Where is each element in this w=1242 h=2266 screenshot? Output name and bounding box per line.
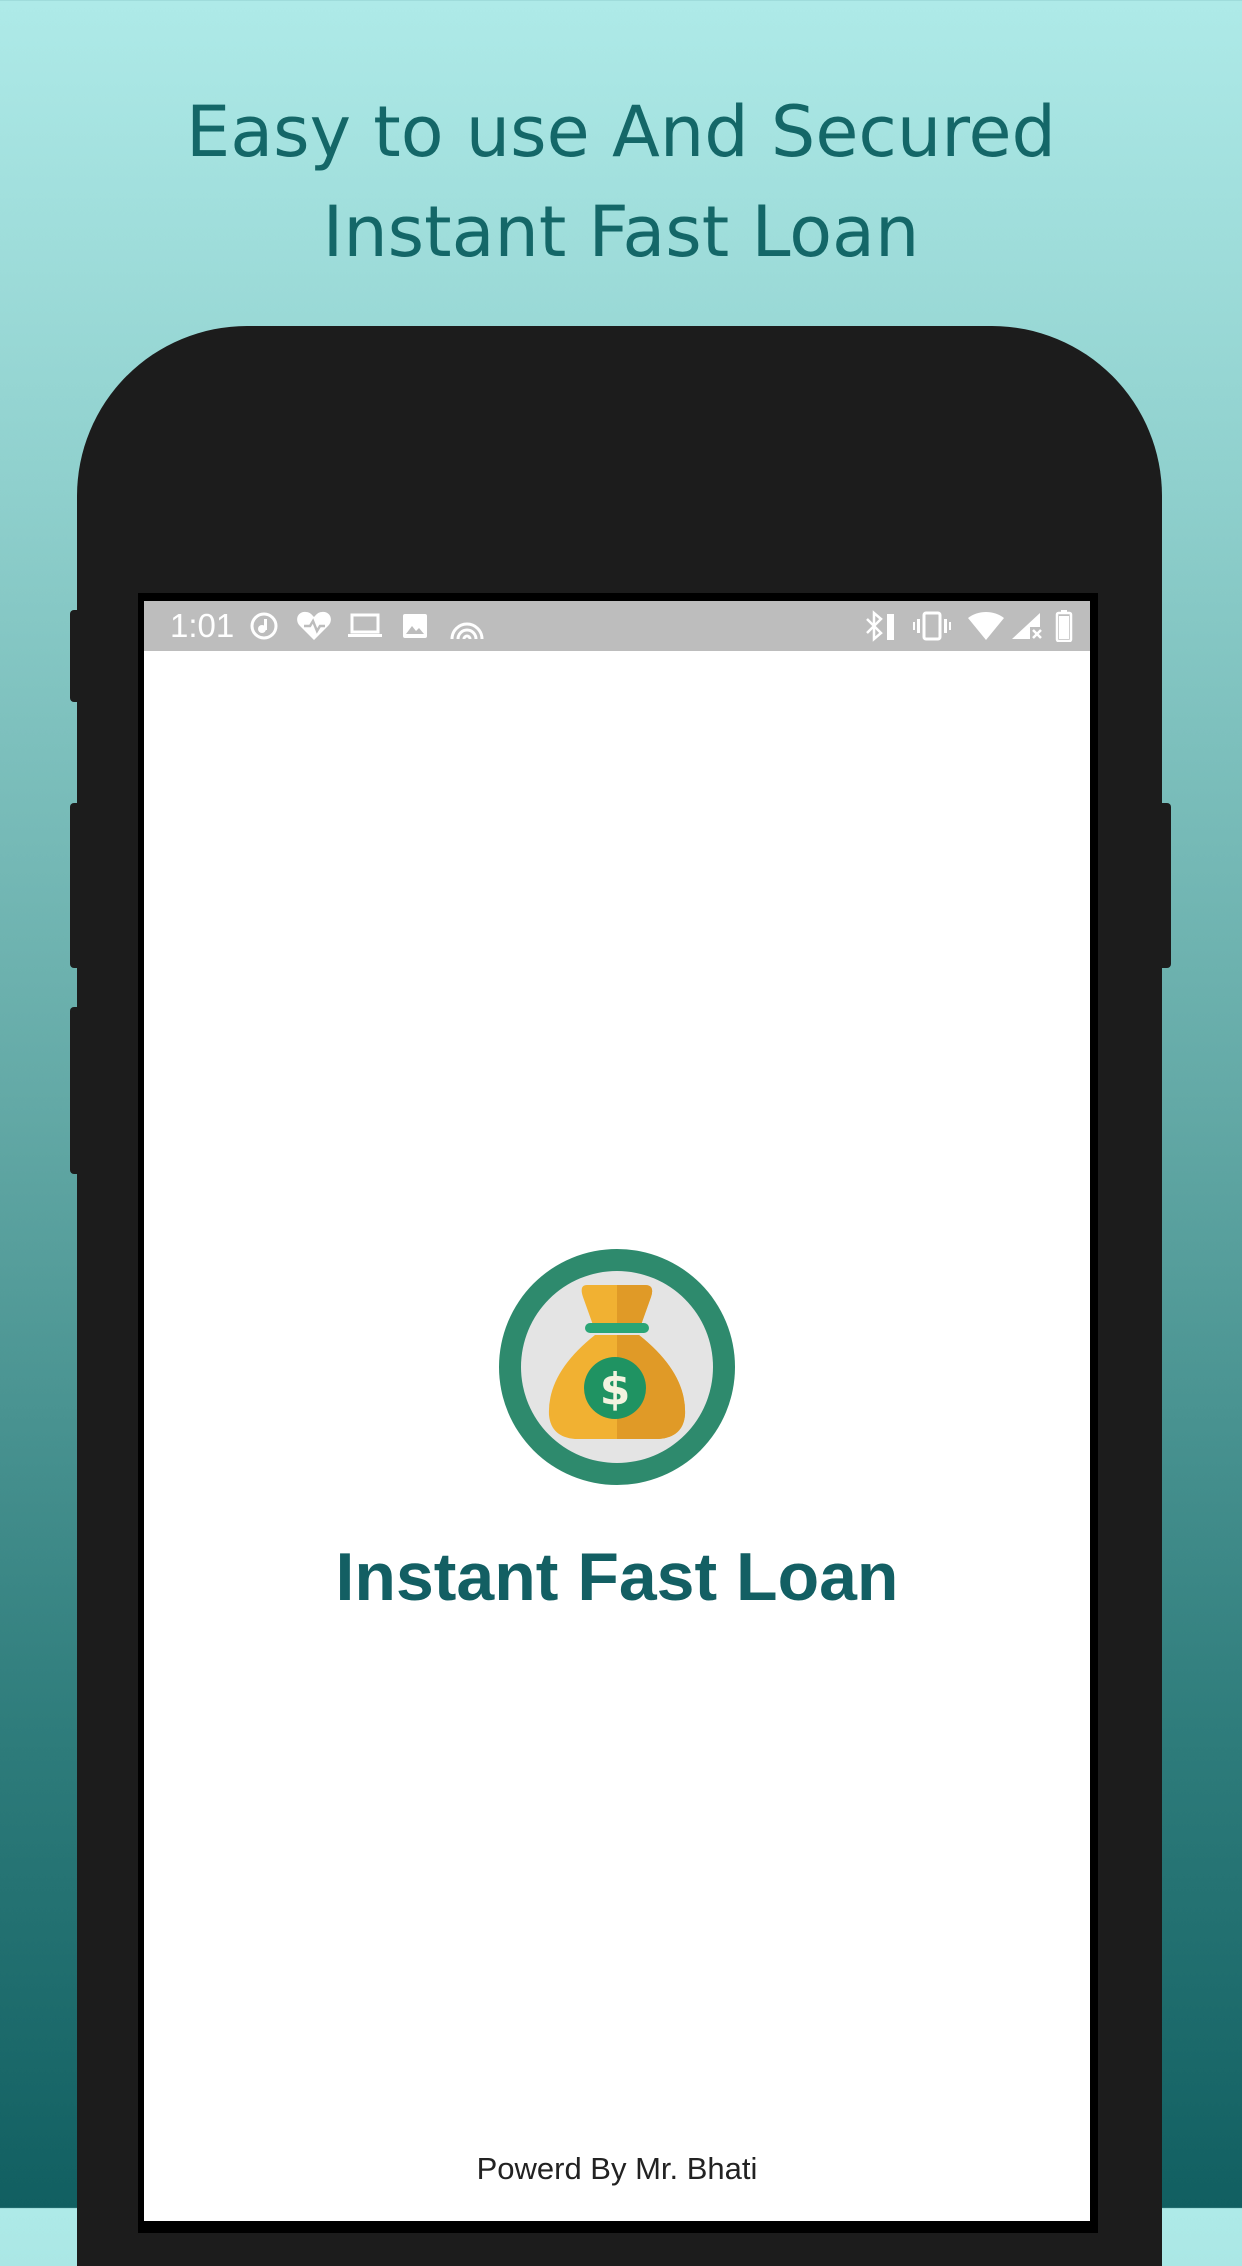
powered-by-text: Powerd By Mr. Bhati	[476, 2151, 758, 2186]
vibrate-icon	[912, 607, 952, 645]
battery-icon	[1052, 607, 1076, 645]
svg-text:$: $	[600, 1364, 631, 1415]
signal-icon	[1009, 607, 1045, 645]
status-time: 1:01	[170, 607, 235, 644]
headline-line-2: Instant Fast Loan	[322, 191, 920, 273]
image-icon	[400, 607, 430, 645]
bluetooth-icon	[862, 607, 902, 645]
promo-headline: Easy to use And Secured Instant Fast Loa…	[0, 82, 1242, 282]
music-note-icon	[249, 607, 279, 645]
heart-check-icon	[294, 607, 334, 645]
status-bar: 1:01	[144, 601, 1090, 651]
headline-line-1: Easy to use And Secured	[186, 91, 1056, 173]
rainbow-icon	[447, 607, 487, 645]
phone-screen: 1:01 $ Instant Fast Loan Powerd By Mr. B…	[144, 601, 1090, 2221]
laptop-icon	[347, 607, 383, 645]
app-title: Instant Fast Loan	[335, 1539, 899, 1615]
money-bag-icon: $	[499, 1249, 735, 1485]
wifi-icon	[966, 607, 1006, 645]
